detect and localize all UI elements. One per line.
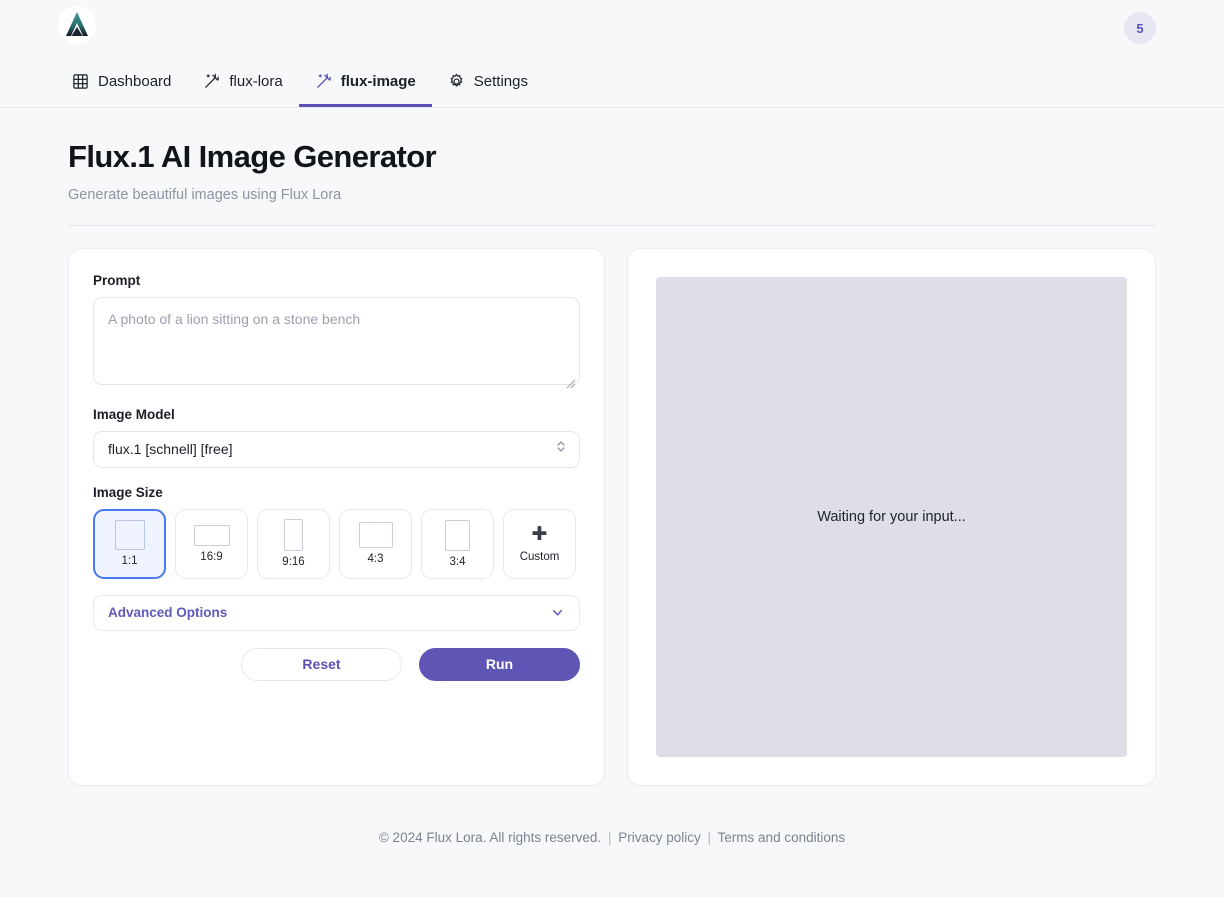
form-actions: Reset Run (93, 647, 580, 681)
run-button[interactable]: Run (419, 647, 580, 681)
privacy-policy-link[interactable]: Privacy policy (618, 830, 701, 845)
magic-wand-icon (203, 73, 220, 90)
nav-label-dashboard: Dashboard (98, 73, 172, 90)
ratio-shape (193, 524, 230, 546)
size-option-4-3[interactable]: 4:3 (339, 508, 412, 579)
prompt-label: Prompt (93, 272, 141, 288)
mountain-peak-logo-icon (62, 10, 92, 40)
app-logo[interactable] (58, 6, 96, 44)
page-title: Flux.1 AI Image Generator (68, 139, 437, 174)
chevron-down-icon (550, 605, 565, 620)
gear-icon (448, 73, 465, 90)
main-nav: Dashboard flux-lora flux-image Settings (56, 63, 544, 107)
terms-link[interactable]: Terms and conditions (718, 830, 846, 845)
preview-panel: Waiting for your input... (627, 247, 1156, 786)
grid-icon (72, 73, 89, 90)
size-option-label: 9:16 (282, 556, 305, 569)
size-option-1-1[interactable]: 1:1 (93, 508, 166, 579)
size-option-16-9[interactable]: 16:9 (175, 508, 248, 579)
size-option-label: 16:9 (200, 550, 223, 563)
ratio-shape (114, 520, 145, 551)
nav-label-settings: Settings (473, 73, 528, 90)
ratio-shape (358, 522, 393, 549)
ratio-shape (445, 519, 470, 551)
nav-label-flux-lora: flux-lora (229, 73, 283, 90)
size-option-label: 3:4 (449, 555, 466, 568)
preview-status-text: Waiting for your input... (817, 508, 966, 525)
nav-label-flux-image: flux-image (340, 73, 416, 90)
size-option-3-4[interactable]: 3:4 (421, 508, 494, 579)
size-option-label: 4:3 (367, 553, 384, 566)
page-header: Flux.1 AI Image Generator Generate beaut… (68, 108, 1156, 226)
image-preview-area: Waiting for your input... (656, 276, 1127, 757)
reset-button[interactable]: Reset (241, 647, 402, 681)
nav-item-flux-image[interactable]: flux-image (298, 63, 432, 107)
badge-count-label: 5 (1136, 20, 1144, 36)
footer-separator: | (607, 829, 612, 845)
size-option-custom[interactable]: ✚ Custom (503, 508, 576, 579)
model-select-wrapper: flux.1 [schnell] [free] (93, 430, 580, 468)
page-footer: © 2024 Flux Lora. All rights reserved. |… (68, 786, 1156, 845)
prompt-input[interactable] (93, 296, 580, 385)
generator-form-panel: Prompt Image Model flux.1 [schnell] [fre… (68, 247, 605, 786)
nav-item-flux-lora[interactable]: flux-lora (187, 63, 298, 107)
model-select[interactable]: flux.1 [schnell] [free] (93, 430, 580, 468)
app-header: 5 Dashboard flux-lora flux-image Setting… (0, 0, 1224, 108)
ratio-shape (284, 519, 303, 552)
image-size-label: Image Size (93, 484, 163, 500)
magic-wand-icon (315, 73, 332, 90)
prompt-field-wrapper (93, 296, 580, 390)
header-divider (68, 224, 1156, 226)
image-size-section: Image Size 1:1 16:9 9:16 4:3 3:4 ✚ Custo… (93, 485, 580, 579)
advanced-options-label: Advanced Options (108, 605, 228, 621)
size-option-label: Custom (519, 550, 560, 563)
notification-count-badge[interactable]: 5 (1124, 12, 1156, 44)
nav-item-settings[interactable]: Settings (432, 63, 544, 107)
size-option-9-16[interactable]: 9:16 (257, 508, 330, 579)
nav-item-dashboard[interactable]: Dashboard (56, 63, 187, 107)
main-content: Prompt Image Model flux.1 [schnell] [fre… (68, 247, 1156, 786)
model-label: Image Model (93, 406, 175, 422)
size-option-label: 1:1 (121, 555, 138, 568)
footer-separator: | (707, 829, 712, 845)
footer-copyright: © 2024 Flux Lora. All rights reserved. (378, 829, 602, 845)
image-size-options: 1:1 16:9 9:16 4:3 3:4 ✚ Custom (93, 508, 580, 579)
advanced-options-toggle[interactable]: Advanced Options (93, 594, 580, 631)
page-subtitle: Generate beautiful images using Flux Lor… (68, 186, 342, 203)
plus-icon: ✚ (531, 523, 548, 545)
